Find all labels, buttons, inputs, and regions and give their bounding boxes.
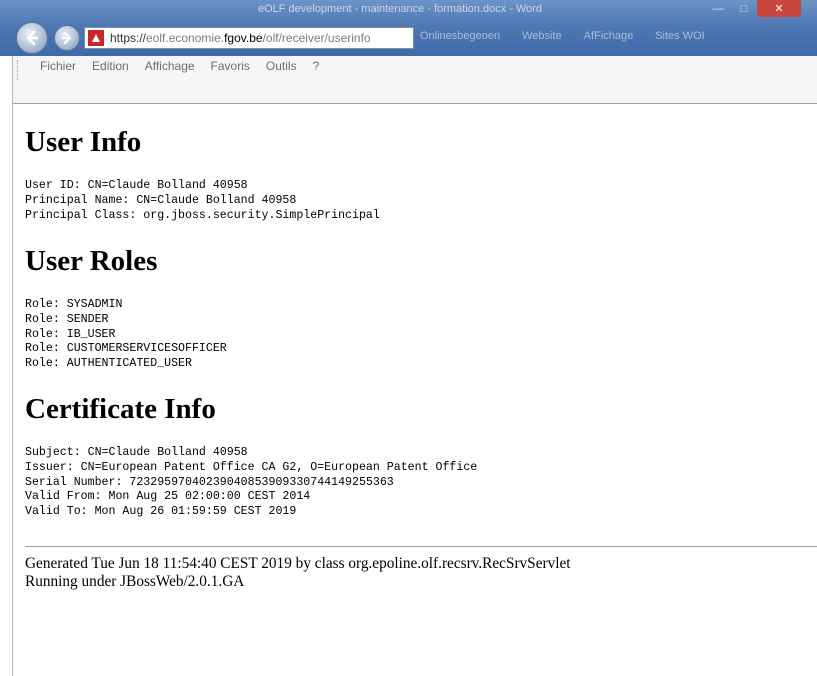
window-left-frame <box>12 104 13 676</box>
role-line: Role: AUTHENTICATED_USER <box>25 357 192 371</box>
site-favicon-icon <box>88 30 104 46</box>
menu-favoris[interactable]: Favoris <box>203 59 258 73</box>
maximize-button[interactable]: □ <box>731 0 757 17</box>
role-line: Role: SENDER <box>25 312 109 326</box>
valid-to-line: Valid To: Mon Aug 26 01:59:59 CEST 2019 <box>25 505 297 519</box>
generated-text: Generated Tue Jun 18 11:54:40 CEST 2019 … <box>25 555 571 572</box>
serial-number-line: Serial Number: 7232959704023904085390933… <box>25 475 394 489</box>
forward-button[interactable] <box>54 25 80 51</box>
valid-from-line: Valid From: Mon Aug 25 02:00:00 CEST 201… <box>25 490 311 504</box>
role-line: Role: IB_USER <box>25 327 116 341</box>
page-footer: Generated Tue Jun 18 11:54:40 CEST 2019 … <box>25 555 571 591</box>
user-roles-heading: User Roles <box>25 245 158 277</box>
window-controls: — □ ✕ <box>705 0 801 18</box>
user-info-block: User ID: CN=Claude Bolland 40958 Princip… <box>25 179 380 223</box>
subject-line: Subject: CN=Claude Bolland 40958 <box>25 446 248 459</box>
close-button[interactable]: ✕ <box>757 0 801 17</box>
menu-fichier[interactable]: Fichier <box>32 59 84 73</box>
browser-title-bar: eOLF development - maintenance - formati… <box>0 0 817 56</box>
menu-outils[interactable]: Outils <box>258 59 305 73</box>
url-protocol: https:// <box>110 31 147 45</box>
user-id-line: User ID: CN=Claude Bolland 40958 <box>25 179 248 192</box>
url-domain: fgov.be <box>224 31 263 45</box>
minimize-button[interactable]: — <box>705 0 731 17</box>
arrow-right-icon <box>61 31 72 45</box>
toolbar-grip[interactable] <box>17 60 20 80</box>
principal-name-line: Principal Name: CN=Claude Bolland 40958 <box>25 193 297 207</box>
url-path: /olf/receiver/userinfo <box>262 31 371 45</box>
menu-bar: Fichier Edition Affichage Favoris Outils… <box>12 56 817 104</box>
url-domain-prefix: eolf.economie. <box>146 31 225 45</box>
role-line: Role: CUSTOMERSERVICESOFFICER <box>25 342 227 356</box>
certificate-info-heading: Certificate Info <box>25 393 216 425</box>
background-tabs: Onlinesbegeoen Website AfFichage Sites W… <box>420 30 705 42</box>
menu-items: Fichier Edition Affichage Favoris Outils… <box>32 59 327 73</box>
arrow-left-icon <box>26 30 39 46</box>
window-title: eOLF development - maintenance - formati… <box>257 3 543 15</box>
background-tab[interactable]: Onlinesbegeoen <box>420 30 500 42</box>
back-button[interactable] <box>16 22 48 54</box>
certificate-info-block: Subject: CN=Claude Bolland 40958 Issuer:… <box>25 446 477 520</box>
menu-affichage[interactable]: Affichage <box>137 59 203 73</box>
principal-class-line: Principal Class: org.jboss.security.Simp… <box>25 208 380 222</box>
role-line: Role: SYSADMIN <box>25 298 123 311</box>
url-text[interactable]: https://eolf.economie.fgov.be/olf/receiv… <box>110 31 371 45</box>
background-tab[interactable]: AfFichage <box>584 30 634 42</box>
user-info-heading: User Info <box>25 126 142 158</box>
menu-help[interactable]: ? <box>305 59 328 73</box>
background-tab[interactable]: Website <box>522 30 562 42</box>
menu-edition[interactable]: Edition <box>84 59 137 73</box>
running-under-text: Running under JBossWeb/2.0.1.GA <box>25 573 245 590</box>
horizontal-rule <box>25 546 817 547</box>
user-roles-block: Role: SYSADMIN Role: SENDER Role: IB_USE… <box>25 298 227 372</box>
issuer-line: Issuer: CN=European Patent Office CA G2,… <box>25 460 478 474</box>
background-tab[interactable]: Sites WOI <box>655 30 705 42</box>
address-bar[interactable]: https://eolf.economie.fgov.be/olf/receiv… <box>84 27 414 49</box>
